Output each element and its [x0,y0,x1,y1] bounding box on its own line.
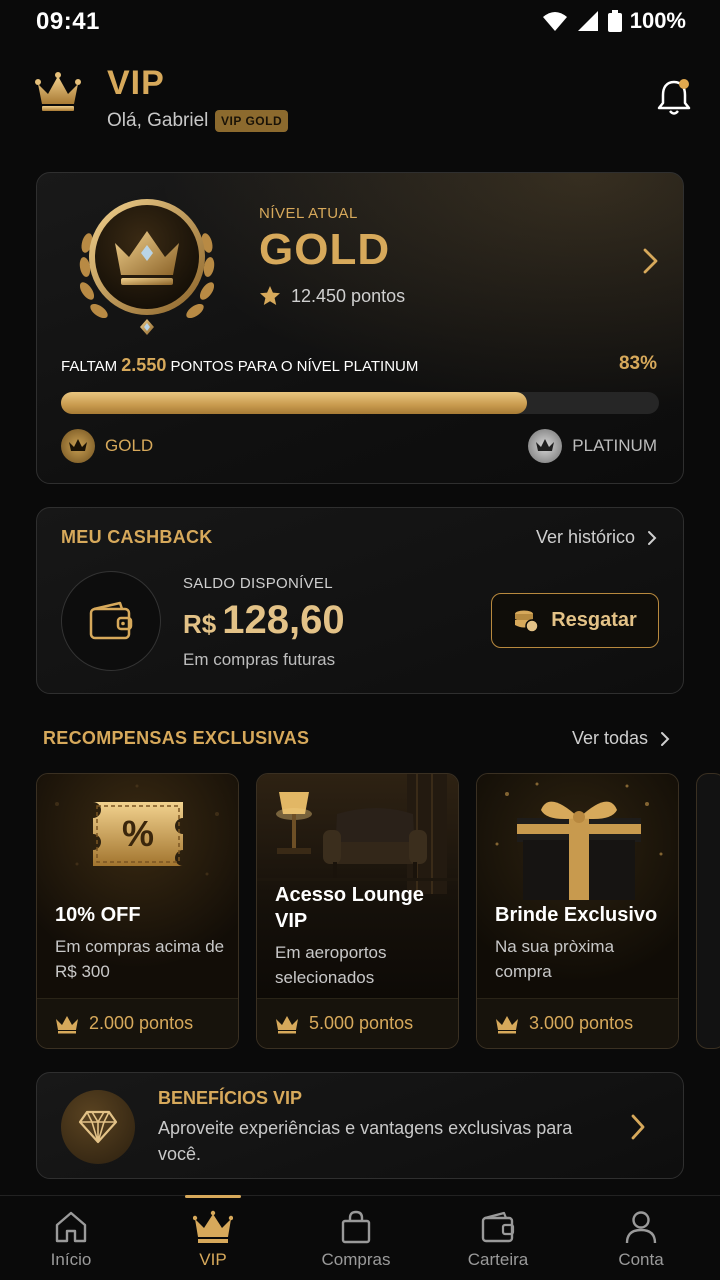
level-points: 12.450 pontos [259,285,405,307]
progress-suffix: PONTOS PARA O NÍVEL PLATINUM [170,358,419,375]
nav-item-account[interactable]: Conta [570,1196,712,1280]
next-tier: PLATINUM [528,429,657,463]
page-title: VIP [107,64,165,102]
reward-points: 5.000 pontos [257,998,458,1048]
header: VIP Olá, Gabriel VIP GOLD [0,60,720,140]
next-tier-label: PLATINUM [572,436,657,455]
coins-icon [515,610,539,633]
shopping-bag-icon [341,1210,371,1244]
progress-amount: 2.550 [121,355,167,375]
bottom-navigation: Início VIP Compras Carteira Conta [0,1195,720,1280]
vip-benefits-card[interactable]: BENEFÍCIOS VIP Aproveite experiências e … [36,1072,684,1179]
vip-status-badge: VIP GOLD [215,110,289,132]
current-level-card[interactable]: NÍVEL ATUAL GOLD 12.450 pontos FALTAM 2.… [36,172,684,484]
see-all-label: Ver todas [571,728,648,748]
progress-description: FALTAM 2.550 PONTOS PARA O NÍVEL PLATINU… [61,355,418,376]
redeem-button[interactable]: Resgatar [491,593,659,648]
reward-points-label: 3.000 pontos [529,1013,634,1033]
reward-points-label: 2.000 pontos [89,1013,194,1033]
nav-item-wallet[interactable]: Carteira [427,1196,569,1280]
gold-crown-medal-icon [79,199,215,335]
reward-description: Em aeroportos selecionados [275,943,387,987]
reward-title: 10% OFF [55,904,141,926]
reward-card-lounge[interactable]: Acesso Lounge VIP Em aeroportos selecion… [256,773,459,1049]
chevron-right-icon [661,731,670,746]
user-icon [625,1211,657,1244]
current-tier: GOLD [61,429,153,463]
reward-card-discount[interactable]: % 10% OFF Em compras acima de R$ 300 2.0… [36,773,239,1049]
crown-logo-icon [35,72,81,111]
see-all-rewards-link[interactable]: Ver todas [572,728,670,749]
wallet-icon [89,601,133,640]
gold-tier-icon [61,429,95,463]
nav-label: Compras [321,1250,391,1269]
current-tier-label: GOLD [105,436,154,455]
diamond-icon-circle [61,1090,135,1164]
svg-text:%: % [122,813,154,854]
balance-amount: R$ 128,60 [183,598,345,643]
crown-icon [56,1015,78,1033]
platinum-tier-icon [528,429,563,463]
star-icon [260,286,280,305]
reward-points: 2.000 pontos [37,998,238,1048]
chevron-right-icon[interactable] [639,247,661,275]
notification-bell-icon[interactable] [652,76,696,120]
nav-label: Carteira [467,1250,529,1269]
nav-item-home[interactable]: Início [0,1196,142,1280]
crown-icon [193,1210,233,1243]
redeem-label: Resgatar [551,609,637,631]
rewards-section-title: RECOMPENSAS EXCLUSIVAS [43,728,310,748]
nav-label: VIP [199,1250,227,1269]
reward-points: 3.000 pontos [477,998,678,1048]
crown-icon [276,1015,298,1033]
reward-points-label: 5.000 pontos [309,1013,414,1033]
reward-title: Brinde Exclusivo [495,904,658,926]
nav-label: Início [50,1250,92,1269]
battery-icon [607,10,622,32]
level-label: NÍVEL ATUAL [259,205,358,222]
wallet-icon-circle [61,571,161,671]
wallet-icon [481,1211,515,1243]
crown-icon [496,1015,518,1033]
nav-item-vip[interactable]: VIP [142,1195,284,1280]
reward-card-gift[interactable]: Brinde Exclusivo Na sua pròxima compra 3… [476,773,679,1049]
diamond-icon [78,1110,118,1144]
chevron-right-icon [648,530,657,545]
balance-value: 128,60 [222,598,345,642]
reward-description: Em compras acima de R$ 300 [55,937,225,981]
status-icons: 100% [542,8,686,34]
chevron-right-icon [631,1114,645,1140]
progress-prefix: FALTAM [61,358,118,375]
level-name: GOLD [259,225,391,274]
nav-item-purchases[interactable]: Compras [285,1196,427,1280]
benefits-title: BENEFÍCIOS VIP [158,1088,303,1108]
balance-label: SALDO DISPONÍVEL [183,575,333,592]
view-history-link[interactable]: Ver histórico [536,527,657,548]
home-icon [55,1211,87,1243]
battery-percent: 100% [629,8,686,33]
wifi-icon [542,12,567,31]
level-progress-bar [61,392,659,414]
status-bar: 09:41 100% [0,0,720,44]
active-tab-indicator [185,1195,241,1198]
reward-description: Na sua pròxima compra [495,937,615,981]
balance-currency: R$ [183,609,217,639]
points-text: 12.450 pontos [291,285,406,306]
reward-title: Acesso Lounge VIP [275,884,424,932]
level-progress-fill [61,392,528,414]
nav-label: Conta [618,1250,664,1269]
balance-subtitle: Em compras futuras [183,650,336,669]
status-time: 09:41 [36,8,100,35]
signal-icon [577,11,598,31]
progress-percent: 83% [618,353,657,374]
greeting-text: Olá, Gabriel [107,110,209,131]
reward-card-partial[interactable] [696,773,720,1049]
cashback-card: MEU CASHBACK Ver histórico SALDO DISPONÍ… [36,507,684,694]
view-history-label: Ver histórico [535,527,635,547]
benefits-description: Aproveite experiências e vantagens exclu… [158,1118,573,1164]
cashback-title: MEU CASHBACK [61,527,213,547]
